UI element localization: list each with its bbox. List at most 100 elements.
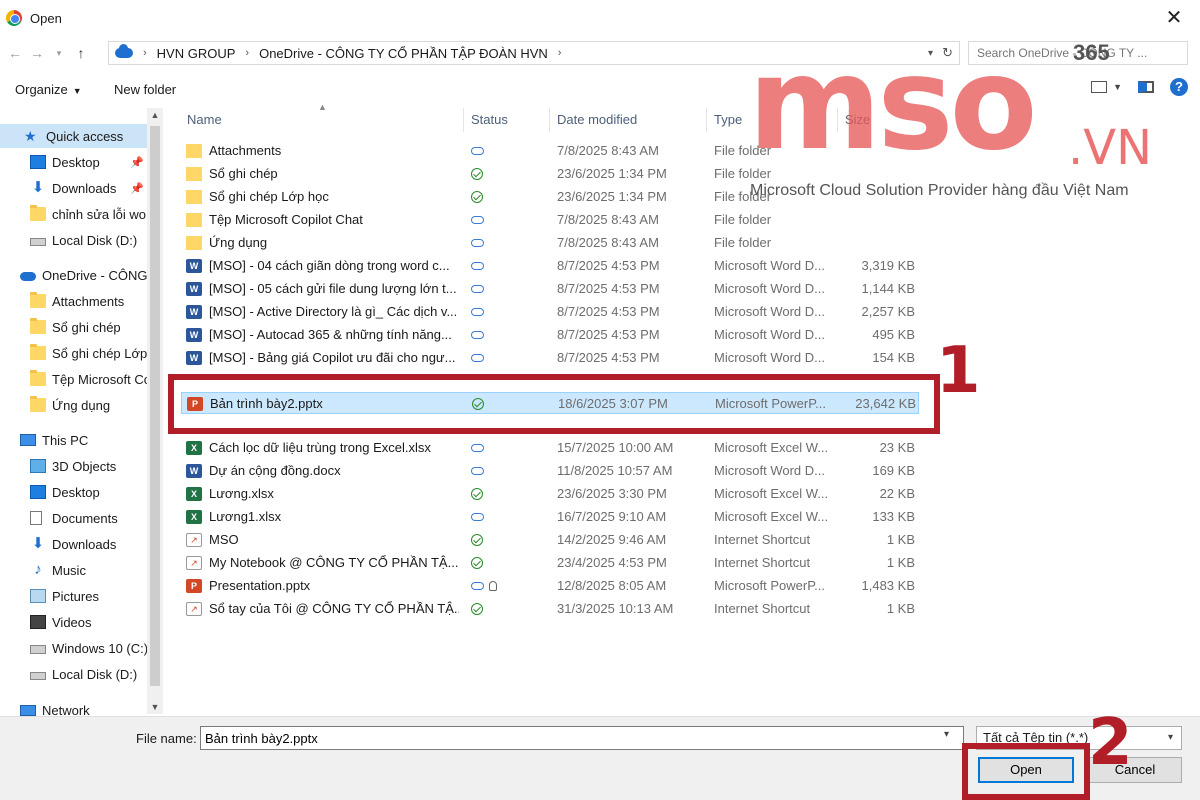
file-row[interactable]: X Cách lọc dữ liệu trùng trong Excel.xlsx… (181, 437, 919, 459)
cloud-only-icon (471, 467, 484, 475)
refresh-icon[interactable]: ↻ (942, 45, 953, 61)
scroll-thumb[interactable] (150, 126, 160, 686)
file-row[interactable]: Attachments 7/8/2025 8:43 AM File folder (181, 140, 919, 162)
file-size-cell: 2,257 KB (861, 304, 916, 319)
file-row[interactable]: W Dự án cộng đồng.docx 11/8/2025 10:57 AM M… (181, 460, 919, 482)
organize-button[interactable]: Organize ▼ (15, 82, 82, 97)
preview-pane-icon[interactable] (1138, 81, 1154, 93)
music-note-icon: ♪ (34, 561, 42, 578)
synced-check-icon (471, 168, 483, 180)
column-header-status[interactable]: Status (471, 108, 508, 132)
file-name-cell: [MSO] - Autocad 365 & những tính năng... (209, 327, 452, 342)
column-header-size[interactable]: Size (845, 108, 870, 132)
word-file-icon: W (186, 282, 202, 296)
file-name-dropdown-icon[interactable]: ▾ (944, 729, 949, 740)
address-dropdown-icon[interactable]: ▾ (928, 48, 933, 59)
scroll-up-icon[interactable]: ▲ (147, 110, 163, 120)
file-row[interactable]: X Lương.xlsx 23/6/2025 3:30 PM Microsoft Ex… (181, 483, 919, 505)
file-type-cell: File folder (714, 235, 772, 250)
change-view-icon[interactable] (1091, 81, 1108, 93)
folder-icon (30, 292, 46, 308)
synced-check-icon (471, 557, 483, 569)
file-status-cell (471, 301, 531, 323)
breadcrumb-chevron-icon[interactable]: › (143, 47, 147, 59)
nav-windows-c[interactable]: Windows 10 (C:) (0, 636, 148, 660)
file-row[interactable]: W [MSO] - Bảng giá Copilot ưu đãi cho ngư… (181, 347, 919, 369)
nav-videos[interactable]: Videos (0, 610, 148, 634)
breadcrumb-hvn-group[interactable]: HVN GROUP (157, 46, 236, 61)
file-status-cell (471, 163, 531, 187)
address-bar[interactable]: › HVN GROUP › OneDrive - CÔNG TY CỔ PHẦN… (108, 41, 960, 65)
breadcrumb-onedrive[interactable]: OneDrive - CÔNG TY CỔ PHẦN TẬP ĐOÀN HVN (259, 46, 548, 61)
word-file-icon: W (186, 328, 202, 342)
nav-quick-access[interactable]: ★ Quick access (0, 124, 148, 148)
column-header-name[interactable]: Name (187, 108, 222, 132)
nav-3d-objects[interactable]: 3D Objects (0, 454, 148, 478)
scroll-down-icon[interactable]: ▼ (147, 702, 163, 712)
onedrive-cloud-icon (20, 272, 36, 281)
column-divider[interactable] (837, 108, 838, 132)
file-row[interactable]: W [MSO] - Autocad 365 & những tính năng..… (181, 324, 919, 346)
nav-attachments[interactable]: Attachments (0, 289, 148, 313)
file-name-cell: Sổ tay của Tôi @ CÔNG TY CỔ PHẦN TẬ... (209, 601, 459, 616)
breadcrumb-chevron-icon[interactable]: › (245, 47, 249, 59)
back-arrow-icon[interactable]: ← (4, 42, 26, 64)
file-row[interactable]: ↗ Sổ tay của Tôi @ CÔNG TY CỔ PHẦN TẬ... 3… (181, 598, 919, 620)
nav-network[interactable]: Network (0, 698, 148, 716)
nav-pc-downloads[interactable]: ⬇ Downloads (0, 532, 148, 556)
column-header-type[interactable]: Type (714, 108, 742, 132)
nav-local-disk-d[interactable]: Local Disk (D:) (0, 228, 148, 252)
folder-icon (30, 396, 46, 412)
column-divider[interactable] (706, 108, 707, 132)
nav-documents[interactable]: Documents (0, 506, 148, 530)
file-row[interactable]: ↗ MSO 14/2/2025 9:46 AM Internet Shortcut 1 … (181, 529, 919, 551)
nav-pictures[interactable]: Pictures (0, 584, 148, 608)
column-header-date[interactable]: Date modified (557, 108, 637, 132)
new-folder-button[interactable]: New folder (114, 82, 176, 97)
nav-so-ghi-chep-lop[interactable]: Sổ ghi chép Lớp (0, 341, 148, 365)
file-row[interactable]: X Lương1.xlsx 16/7/2025 9:10 AM Microsoft E… (181, 506, 919, 528)
file-row[interactable]: Tệp Microsoft Copilot Chat 7/8/2025 8:43 … (181, 209, 919, 231)
nav-desktop[interactable]: Desktop 📌 (0, 150, 148, 174)
address-row: ← → ▾ ↑ › HVN GROUP › OneDrive - CÔNG TY… (0, 38, 1200, 68)
help-icon[interactable]: ? (1170, 78, 1188, 96)
nav-tep-copilot[interactable]: Tệp Microsoft Co (0, 367, 148, 391)
ppt-file-icon: P (186, 579, 202, 593)
view-chevron-icon[interactable]: ▼ (1113, 82, 1122, 92)
file-row[interactable]: Sổ ghi chép Lớp học 23/6/2025 1:34 PM File… (181, 186, 919, 208)
nav-pc-local-disk-d[interactable]: Local Disk (D:) (0, 662, 148, 686)
file-row[interactable]: ↗ My Notebook @ CÔNG TY CỔ PHẦN TẬ... 23/4… (181, 552, 919, 574)
nav-ung-dung[interactable]: Ứng dụng (0, 393, 148, 417)
nav-music[interactable]: ♪ Music (0, 558, 148, 582)
file-row[interactable]: Ứng dụng 7/8/2025 8:43 AM File folder (181, 232, 919, 254)
file-name-cell: Attachments (209, 143, 282, 158)
nav-this-pc[interactable]: This PC (0, 428, 148, 452)
recent-locations-chevron-icon[interactable]: ▾ (48, 42, 70, 64)
file-size-cell: 22 KB (879, 486, 915, 501)
file-name-input[interactable] (200, 726, 964, 750)
column-divider[interactable] (463, 108, 464, 132)
nav-onedrive[interactable]: OneDrive - CÔNG (0, 263, 148, 287)
file-row[interactable]: P Presentation.pptx 12/8/2025 8:05 AM Micro… (181, 575, 919, 597)
close-icon[interactable]: ✕ (1162, 6, 1186, 30)
organize-label: Organize (15, 81, 68, 97)
file-date-cell: 23/6/2025 3:30 PM (557, 486, 667, 501)
nav-so-ghi-chep[interactable]: Sổ ghi chép (0, 315, 148, 339)
file-row[interactable]: W [MSO] - 04 cách giãn dòng trong word c.… (181, 255, 919, 277)
file-size-cell: 133 KB (872, 509, 915, 524)
nav-chinh-sua[interactable]: chỉnh sửa lỗi wo (0, 202, 148, 226)
forward-arrow-icon[interactable]: → (26, 42, 48, 64)
file-status-cell (471, 506, 531, 528)
breadcrumb-chevron-icon[interactable]: › (558, 47, 562, 59)
column-divider[interactable] (549, 108, 550, 132)
nav-downloads[interactable]: ⬇ Downloads 📌 (0, 176, 148, 200)
nav-pc-desktop[interactable]: Desktop (0, 480, 148, 504)
file-row[interactable]: W [MSO] - Active Directory là gì_ Các dịc… (181, 301, 919, 323)
file-row[interactable]: Sổ ghi chép 23/6/2025 1:34 PM File folder (181, 163, 919, 185)
nav-scrollbar[interactable]: ▲ ▼ (147, 108, 163, 714)
word-file-icon: W (186, 305, 202, 319)
search-input[interactable] (968, 41, 1188, 65)
file-row[interactable]: W [MSO] - 05 cách gửi file dung lượng lớn… (181, 278, 919, 300)
file-date-cell: 11/8/2025 10:57 AM (557, 463, 673, 478)
up-arrow-icon[interactable]: ↑ (70, 42, 92, 64)
